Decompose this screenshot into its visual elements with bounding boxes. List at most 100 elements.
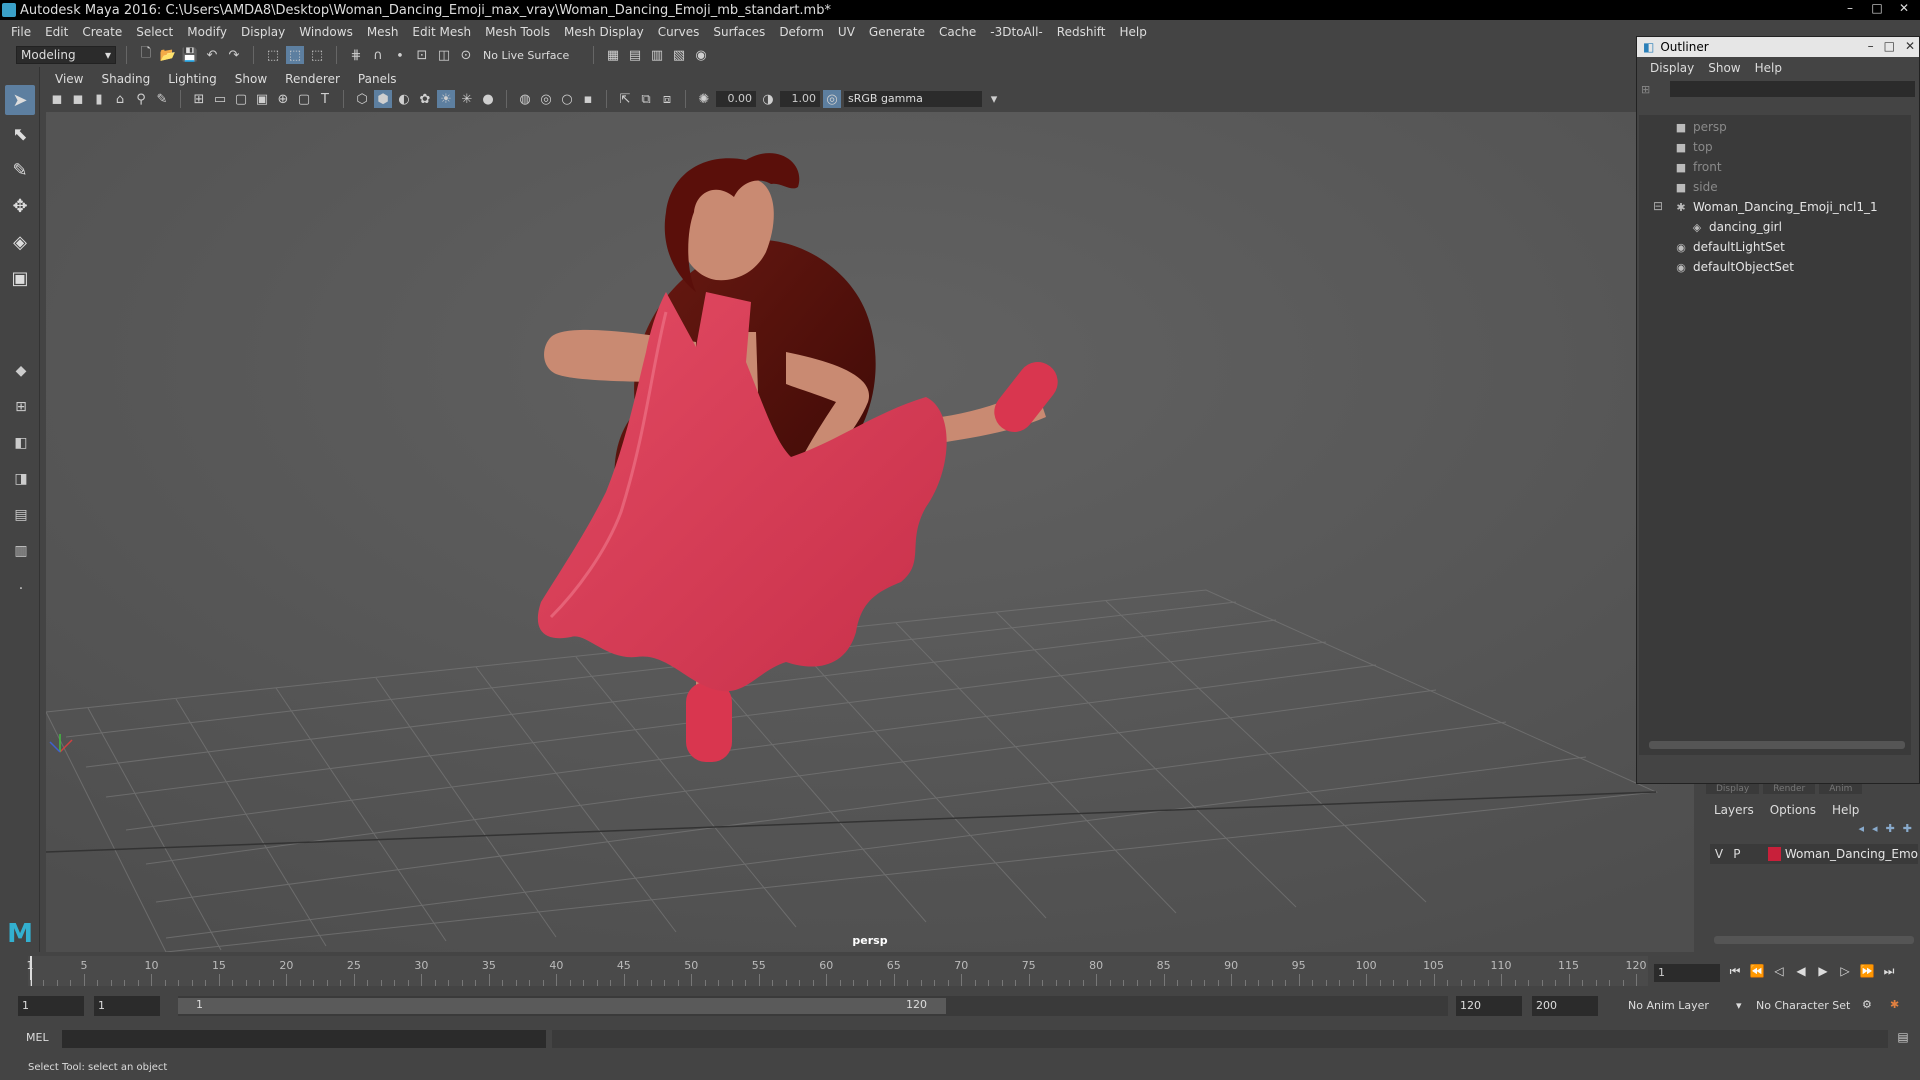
panel-menu-view[interactable]: View xyxy=(46,72,92,86)
outliner-item[interactable]: ■ side xyxy=(1673,177,1718,197)
menu-modify[interactable]: Modify xyxy=(180,25,234,39)
new-layer-from-selection-icon[interactable]: ✚ xyxy=(1903,822,1912,835)
perspective-viewport[interactable]: persp xyxy=(46,112,1694,952)
menu-select[interactable]: Select xyxy=(129,25,180,39)
menu-deform[interactable]: Deform xyxy=(772,25,831,39)
layer-row[interactable]: V P Woman_Dancing_Emo xyxy=(1710,844,1918,864)
menu-cache[interactable]: Cache xyxy=(932,25,983,39)
layer-menu-options[interactable]: Options xyxy=(1762,803,1824,817)
menu-help[interactable]: Help xyxy=(1112,25,1153,39)
animation-end-field[interactable]: 200 xyxy=(1532,996,1598,1016)
undo-icon[interactable]: ↶ xyxy=(203,46,221,64)
menu-create[interactable]: Create xyxy=(75,25,129,39)
panel-menu-lighting[interactable]: Lighting xyxy=(159,72,226,86)
playback-start-field[interactable]: 1 xyxy=(94,996,160,1016)
outliner-close-button[interactable]: ✕ xyxy=(1905,39,1915,53)
rotate-tool-icon[interactable]: ◈ xyxy=(5,227,35,257)
textured-icon[interactable]: ✿ xyxy=(416,90,434,108)
play-forwards-icon[interactable]: ▶ xyxy=(1814,962,1832,980)
collapse-toggle-icon[interactable]: ⊟ xyxy=(1653,199,1663,213)
outliner-item[interactable]: ◉ defaultObjectSet xyxy=(1673,257,1794,277)
layer-visibility-toggle[interactable]: V xyxy=(1710,847,1728,861)
layer-editor-scrollbar[interactable] xyxy=(1714,936,1914,944)
layer-color-swatch[interactable] xyxy=(1767,847,1781,861)
menu-edit-mesh[interactable]: Edit Mesh xyxy=(405,25,478,39)
layer-tab-display[interactable]: Display xyxy=(1706,784,1760,794)
grid-toggle-icon[interactable]: ⊞ xyxy=(190,90,208,108)
panel-menu-panels[interactable]: Panels xyxy=(349,72,406,86)
wireframe-on-shaded-icon[interactable]: ◐ xyxy=(395,90,413,108)
render-settings-icon[interactable]: ▦ xyxy=(604,46,622,64)
snap-grid-icon[interactable]: ⋕ xyxy=(347,46,365,64)
outliner-search-field[interactable] xyxy=(1670,81,1915,97)
panel-menu-renderer[interactable]: Renderer xyxy=(276,72,349,86)
safe-action-icon[interactable]: ▢ xyxy=(295,90,313,108)
safe-title-icon[interactable]: T xyxy=(316,90,334,108)
exposure-field[interactable]: 0.00 xyxy=(716,91,756,107)
film-gate-icon[interactable]: ▭ xyxy=(211,90,229,108)
command-language-label[interactable]: MEL xyxy=(26,1031,49,1044)
gate-mask-icon[interactable]: ▣ xyxy=(253,90,271,108)
minimize-button[interactable]: – xyxy=(1838,0,1862,16)
menu-generate[interactable]: Generate xyxy=(862,25,932,39)
lasso-tool-icon[interactable]: ⬉ xyxy=(5,119,35,149)
panel-menu-shading[interactable]: Shading xyxy=(92,72,159,86)
select-hierarchy-icon[interactable]: ⬚ xyxy=(264,46,282,64)
step-back-frame-icon[interactable]: ◁ xyxy=(1770,962,1788,980)
exposure-icon[interactable]: ✺ xyxy=(695,90,713,108)
new-layer-icon[interactable]: ✚ xyxy=(1886,822,1895,835)
move-layer-down-icon[interactable]: ◂ xyxy=(1872,822,1878,835)
motion-blur-icon[interactable]: ◍ xyxy=(516,90,534,108)
outliner-item[interactable]: ✱ Woman_Dancing_Emoji_ncl1_1 xyxy=(1673,197,1877,217)
menu-surfaces[interactable]: Surfaces xyxy=(706,25,772,39)
range-slider[interactable]: 1 120 xyxy=(178,996,1448,1016)
chevron-down-icon[interactable]: ▾ xyxy=(985,90,1003,108)
gamma-field[interactable]: 1.00 xyxy=(780,91,820,107)
depth-of-field-icon[interactable]: ○ xyxy=(558,90,576,108)
scale-tool-icon[interactable]: ▣ xyxy=(5,263,35,293)
side-by-side-layout-icon[interactable]: ◧ xyxy=(8,431,34,455)
gamma-icon[interactable]: ◑ xyxy=(759,90,777,108)
2d-pan-zoom-icon[interactable]: ⚲ xyxy=(132,90,150,108)
select-tool-icon[interactable]: ➤ xyxy=(5,85,35,115)
shadows-icon[interactable]: ✳ xyxy=(458,90,476,108)
auto-key-icon[interactable]: ⚙ xyxy=(1862,998,1872,1011)
xray-icon[interactable]: ⇱ xyxy=(616,90,634,108)
menu-display[interactable]: Display xyxy=(234,25,292,39)
xray-joints-icon[interactable]: ⧉ xyxy=(637,90,655,108)
render-frame-icon[interactable]: ▤ xyxy=(626,46,644,64)
xray-components-icon[interactable]: ⧈ xyxy=(658,90,676,108)
snap-surface-icon[interactable]: ◫ xyxy=(435,46,453,64)
camera-select-icon[interactable]: ◼ xyxy=(48,90,66,108)
outliner-maximize-button[interactable]: □ xyxy=(1884,39,1895,53)
animation-start-field[interactable]: 1 xyxy=(18,996,84,1016)
four-view-layout-icon[interactable]: ⊞ xyxy=(8,395,34,419)
outliner-item[interactable]: ■ front xyxy=(1673,157,1722,177)
camera-attributes-icon[interactable]: ◼ xyxy=(69,90,87,108)
use-all-lights-icon[interactable]: ☀ xyxy=(437,90,455,108)
outliner-horizontal-scrollbar[interactable] xyxy=(1649,741,1905,749)
ipr-render-icon[interactable]: ▥ xyxy=(648,46,666,64)
menu-redshift[interactable]: Redshift xyxy=(1050,25,1113,39)
outliner-item[interactable]: ◉ defaultLightSet xyxy=(1673,237,1785,257)
make-live-icon[interactable]: ⊙ xyxy=(457,46,475,64)
snap-curve-icon[interactable]: ∩ xyxy=(369,46,387,64)
menu-curves[interactable]: Curves xyxy=(651,25,707,39)
layer-tab-anim[interactable]: Anim xyxy=(1819,784,1863,794)
outliner-item[interactable]: ■ top xyxy=(1673,137,1713,157)
wireframe-icon[interactable]: ⬡ xyxy=(353,90,371,108)
menu-edit[interactable]: Edit xyxy=(38,25,75,39)
render-view-icon[interactable]: ▧ xyxy=(670,46,688,64)
new-scene-icon[interactable]: 🗋 xyxy=(137,46,155,64)
anim-layer-dropdown[interactable]: No Anim Layer xyxy=(1628,999,1709,1012)
close-button[interactable]: ✕ xyxy=(1892,0,1916,16)
menu-windows[interactable]: Windows xyxy=(292,25,360,39)
move-layer-up-icon[interactable]: ◂ xyxy=(1859,822,1865,835)
redo-icon[interactable]: ↷ xyxy=(225,46,243,64)
screen-space-ao-icon[interactable]: ● xyxy=(479,90,497,108)
image-plane-icon[interactable]: ⌂ xyxy=(111,90,129,108)
open-scene-icon[interactable]: 📂 xyxy=(159,46,177,64)
single-view-layout-icon[interactable]: ◆ xyxy=(8,359,34,383)
smooth-shade-icon[interactable]: ⬢ xyxy=(374,90,392,108)
color-space-dropdown[interactable]: sRGB gamma xyxy=(844,91,982,107)
